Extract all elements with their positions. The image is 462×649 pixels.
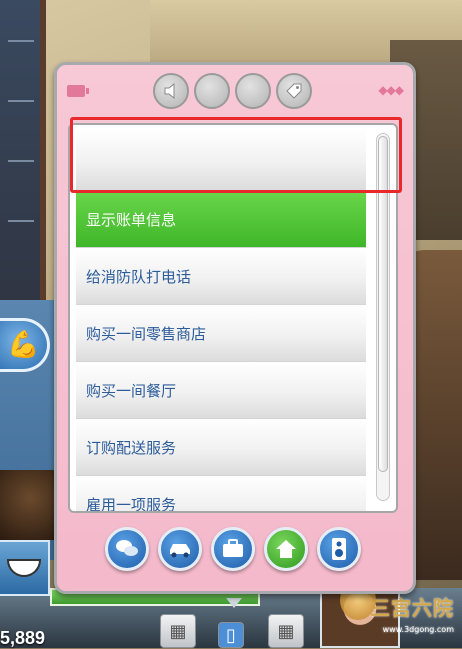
list-item-label: 购买一间餐厅 [86,381,177,400]
social-button[interactable] [105,527,149,571]
blank-phone-button[interactable] [235,73,271,109]
music-button[interactable] [317,527,361,571]
scene-character-hair [0,470,60,540]
career-button[interactable] [211,527,255,571]
list-item-buy-retail-store[interactable]: 购买一间零售商店 [76,305,366,362]
list-item-show-bills[interactable]: 显示账单信息 [76,191,366,248]
speaker-icon [332,538,346,560]
list-item-label: 显示账单信息 [86,210,177,229]
speaker-icon [164,82,175,100]
travel-button[interactable] [158,527,202,571]
red-highlight-box [70,117,402,193]
teeth-icon [7,559,41,577]
calendar-icon[interactable]: ▦ [160,614,196,648]
list-item-label: 购买一间零售商店 [86,324,207,343]
tag-button[interactable] [276,73,312,109]
list-item-label: 给消防队打电话 [86,267,192,286]
pointer-arrow-icon [226,598,242,608]
household-funds: 5,889 [0,628,46,648]
battery-icon [67,85,89,97]
cell-phone-panel: ◆◆◆ 显示账单信息 给消防队打电话 购买一间零售商店 购买一间餐厅 订购配送服… [54,62,416,594]
home-icon [276,540,296,558]
briefcase-icon [223,539,243,557]
sound-toggle-button[interactable] [153,73,189,109]
smile-teeth-button[interactable] [0,540,50,596]
list-item-label: 订购配送服务 [86,438,177,457]
home-button[interactable] [264,527,308,571]
list-item-call-fire-department[interactable]: 给消防队打电话 [76,248,366,305]
watermark-text: 三宫六院 [370,595,454,620]
calendar-icon[interactable]: ▦ [268,614,304,648]
chat-bubbles-icon [116,540,138,556]
list-item-buy-restaurant[interactable]: 购买一间餐厅 [76,362,366,419]
list-item-hire-service[interactable]: 雇用一项服务 [76,476,366,513]
blank-phone-button[interactable] [194,73,230,109]
tag-icon [286,83,302,99]
list-item-label: 雇用一项服务 [86,495,177,513]
signal-icon: ◆◆◆ [378,83,404,97]
car-icon [170,544,190,558]
phone-icon[interactable]: ▯ [218,622,244,648]
watermark-url: www.3dgong.com [382,625,454,634]
list-item-order-delivery[interactable]: 订购配送服务 [76,419,366,476]
